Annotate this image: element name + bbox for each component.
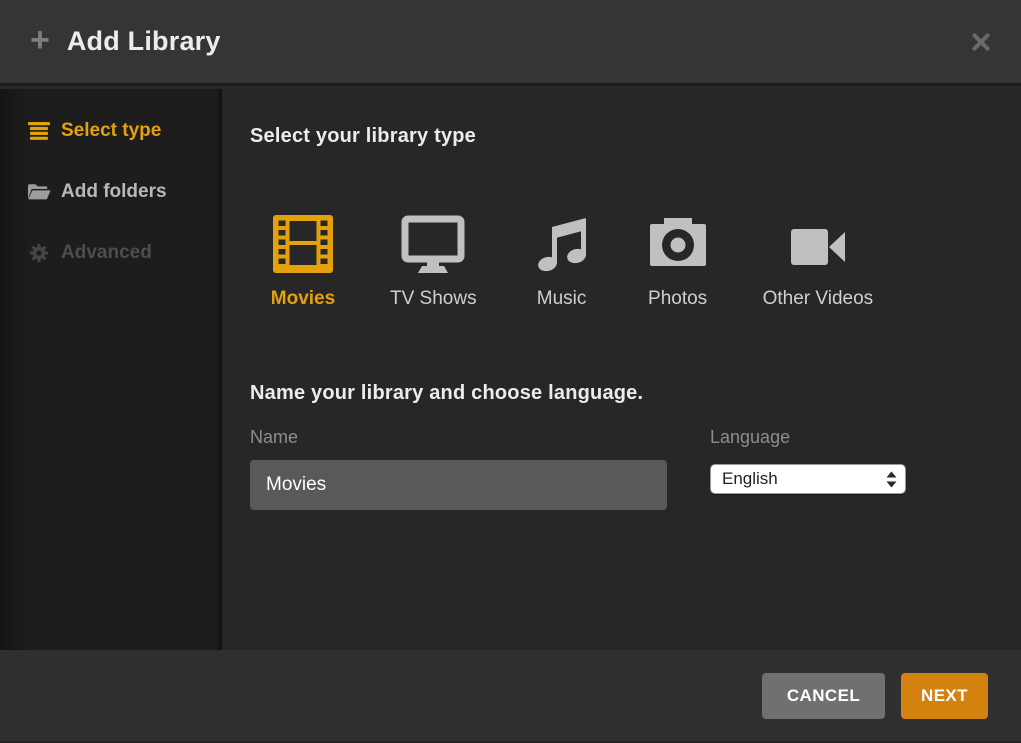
dialog-footer: CANCEL NEXT <box>0 650 1021 743</box>
select-stepper-arrows-icon <box>886 471 897 488</box>
video-camera-icon <box>786 208 850 276</box>
wizard-steps-sidebar: Select type Add folders <box>0 89 222 650</box>
sidebar-item-add-folders[interactable]: Add folders <box>0 161 222 222</box>
music-note-icon <box>531 208 593 276</box>
plus-icon: + <box>30 23 50 57</box>
dialog-content: Select your library type <box>222 89 1021 650</box>
language-field-group: Language English <box>710 427 906 510</box>
sidebar-item-label: Select type <box>61 120 161 142</box>
dialog-header: + Add Library <box>0 0 1021 86</box>
type-option-photos[interactable]: Photos <box>647 208 709 310</box>
close-icon <box>971 32 991 52</box>
library-name-input[interactable] <box>250 460 667 510</box>
type-option-label: TV Shows <box>390 288 477 310</box>
type-option-tv-shows[interactable]: TV Shows <box>390 208 477 310</box>
name-language-heading: Name your library and choose language. <box>250 382 1021 405</box>
language-select[interactable]: English <box>710 464 906 494</box>
sidebar-item-label: Advanced <box>61 242 152 264</box>
dialog-title: Add Library <box>67 26 221 57</box>
gear-icon <box>27 243 51 263</box>
cancel-button[interactable]: CANCEL <box>762 673 885 719</box>
type-option-label: Photos <box>648 288 707 310</box>
library-type-options: Movies TV Shows <box>270 208 1021 310</box>
type-option-label: Music <box>537 288 587 310</box>
library-type-heading: Select your library type <box>250 125 1021 148</box>
close-button[interactable] <box>971 32 991 52</box>
name-language-fields: Name Language English <box>250 427 1021 510</box>
tv-icon <box>399 208 467 276</box>
type-option-music[interactable]: Music <box>531 208 593 310</box>
movies-icon <box>270 208 336 276</box>
select-type-icon <box>27 122 51 140</box>
name-field-group: Name <box>250 427 667 510</box>
add-library-dialog: + Add Library Select type <box>0 0 1021 743</box>
language-label: Language <box>710 427 906 448</box>
next-button[interactable]: NEXT <box>901 673 988 719</box>
sidebar-item-label: Add folders <box>61 181 167 203</box>
type-option-other-videos[interactable]: Other Videos <box>763 208 874 310</box>
type-option-label: Other Videos <box>763 288 874 310</box>
type-option-label: Movies <box>271 288 335 310</box>
folder-icon <box>27 183 51 201</box>
name-label: Name <box>250 427 667 448</box>
sidebar-item-select-type[interactable]: Select type <box>0 100 222 161</box>
sidebar-item-advanced: Advanced <box>0 222 222 283</box>
camera-icon <box>647 208 709 276</box>
language-selected-value: English <box>722 469 886 489</box>
type-option-movies[interactable]: Movies <box>270 208 336 310</box>
